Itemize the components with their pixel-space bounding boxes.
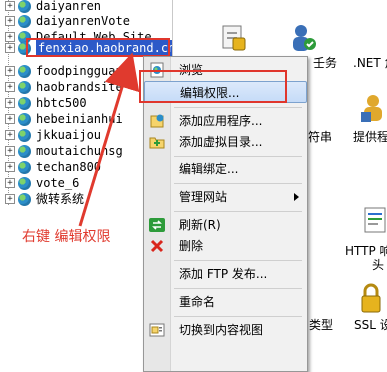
menu-item-label: 编辑绑定... [179,162,239,176]
highlight-box-selected-site [26,38,170,57]
expand-toggle-icon[interactable]: + [5,82,15,92]
menu-item-refresh[interactable]: 刷新(R) [144,214,307,236]
menu-separator [174,288,302,289]
menu-item-add-application[interactable]: 添加应用程序... [144,110,307,132]
task-icon[interactable] [221,22,247,52]
tree-node-site[interactable]: + foodpingguan [5,63,123,79]
menu-item-label: 添加虚拟目录... [179,135,263,149]
http-response-icon[interactable] [363,206,387,236]
menu-item-label: 管理网站 [179,190,228,204]
tree-node-site[interactable]: + hebeinianhui [5,111,123,127]
expand-toggle-icon[interactable]: + [5,66,15,76]
site-label: hebeinianhui [36,112,123,126]
menu-item-label: 添加应用程序... [179,114,263,128]
expand-toggle-icon[interactable]: + [5,98,15,108]
expand-toggle-icon[interactable]: + [5,130,15,140]
feature-label-task: 壬务 [313,56,338,70]
annotation-text: 右键 编辑权限 [22,229,111,245]
globe-icon [18,14,31,28]
menu-item-manage-website[interactable]: 管理网站 [144,186,307,208]
site-label: hbtc500 [36,96,87,110]
feature-label-http-response: HTTP 响 [345,244,387,258]
net-roles-icon[interactable] [289,22,317,54]
menu-separator [174,211,302,212]
expand-toggle-icon[interactable]: + [5,32,15,42]
menu-item-add-ftp-publishing[interactable]: 添加 FTP 发布... [144,263,307,285]
submenu-arrow-icon [294,193,299,201]
globe-icon [18,96,31,110]
refresh-icon [149,218,165,232]
tree-node-site[interactable]: + moutaichunsg [5,143,123,159]
content-view-icon [149,323,165,337]
tree-node-site[interactable]: + techan800 [5,159,102,175]
menu-item-label: 切换到内容视图 [179,323,264,337]
expand-toggle-icon[interactable]: + [5,43,15,53]
globe-icon [18,192,31,206]
tree-node-site[interactable]: + vote_6 [5,175,80,191]
globe-icon [18,160,31,174]
expand-toggle-icon[interactable]: + [5,146,15,156]
menu-item-label: 刷新(R) [179,218,221,232]
site-label: moutaichunsg [36,144,123,158]
globe-icon [18,0,31,13]
menu-separator [174,107,302,108]
menu-item-rename[interactable]: 重命名 [144,291,307,313]
expand-toggle-icon[interactable]: + [5,114,15,124]
add-virtual-directory-icon [149,137,165,149]
globe-icon [18,64,31,78]
tree-node-site[interactable]: + jkkuaijou [5,127,102,143]
expand-toggle-icon[interactable]: + [5,16,15,26]
tree-node-site[interactable]: + haobrandsite [5,79,123,95]
feature-label-headers: 头 [372,258,385,272]
menu-separator [174,260,302,261]
menu-item-label: 重命名 [179,295,216,309]
feature-label-providers: 提供程 [353,130,387,144]
highlight-box-edit-permissions [139,70,287,103]
feature-label-strings: 符串 [308,130,333,144]
add-application-icon [150,114,164,128]
providers-icon[interactable] [359,92,387,124]
site-label: jkkuaijou [36,128,102,142]
context-menu: 浏览 编辑权限... 添加应用程序... 添加虚拟目录... 编辑绑定... 管… [143,56,308,372]
feature-label-net-roles: .NET 角 [353,56,387,70]
feature-label-ssl: SSL 设 [354,318,387,332]
menu-item-label: 删除 [179,239,204,253]
globe-icon [18,80,31,94]
menu-item-add-virtual-directory[interactable]: 添加虚拟目录... [144,131,307,153]
expand-toggle-icon[interactable]: + [5,162,15,172]
menu-item-switch-content-view[interactable]: 切换到内容视图 [144,319,307,341]
site-label: daiyanren [36,0,102,13]
globe-icon [18,144,31,158]
tree-node-site[interactable]: + daiyanren [5,0,102,14]
menu-separator [174,156,302,157]
menu-separator [174,183,302,184]
menu-item-label: 添加 FTP 发布... [179,267,268,281]
menu-item-delete[interactable]: 删除 [144,235,307,257]
menu-separator [174,316,302,317]
delete-icon [150,239,164,253]
site-label: techan800 [36,160,102,174]
tree-node-site[interactable]: + hbtc500 [5,95,87,111]
expand-toggle-icon[interactable]: + [5,178,15,188]
site-label: haobrandsite [36,80,123,94]
site-label: daiyanrenVote [36,14,130,28]
globe-icon [18,112,31,126]
tree-node-site[interactable]: + daiyanrenVote [5,13,130,29]
feature-label-type: 类型 [309,318,334,332]
globe-icon [18,176,31,190]
site-label: foodpingguan [36,64,123,78]
menu-item-edit-bindings[interactable]: 编辑绑定... [144,158,307,180]
expand-toggle-icon[interactable]: + [5,194,15,204]
globe-icon [18,128,31,142]
expand-toggle-icon[interactable]: + [5,1,15,11]
site-label: vote_6 [36,176,80,190]
tree-node-site[interactable]: + 微转系统 [5,191,85,207]
site-label: 微转系统 [36,192,85,206]
ssl-lock-icon[interactable] [359,282,383,314]
